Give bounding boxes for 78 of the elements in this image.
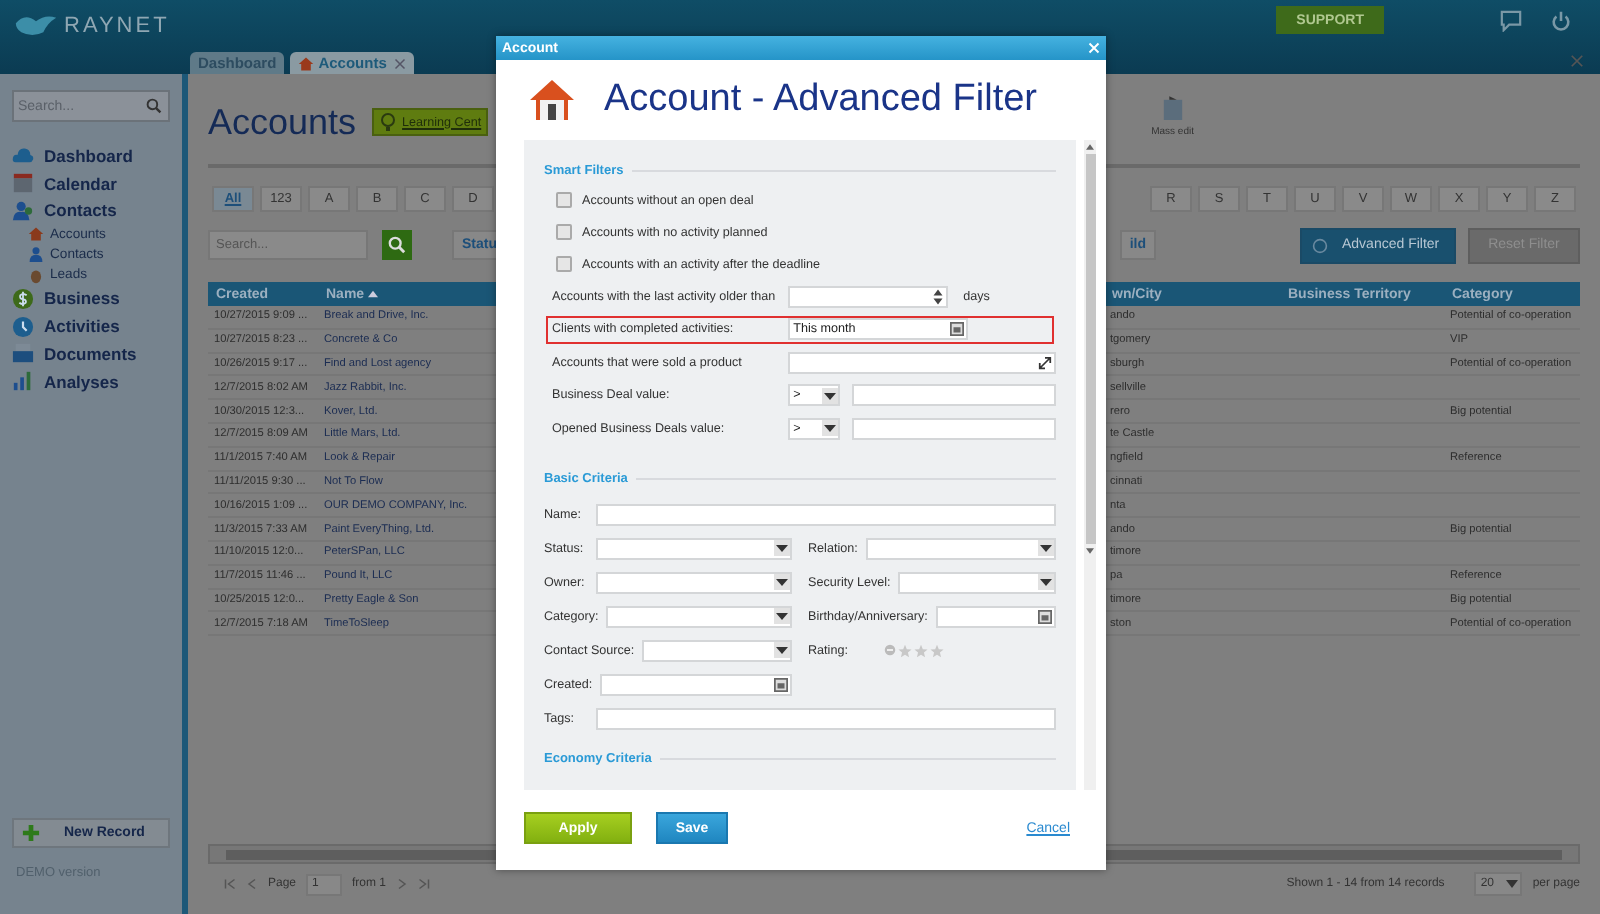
nav-item[interactable]: Documents bbox=[12, 340, 182, 368]
expand-icon[interactable] bbox=[1038, 355, 1052, 370]
chat-icon[interactable] bbox=[1500, 10, 1522, 32]
nav-item[interactable]: Business bbox=[12, 285, 182, 313]
house-icon bbox=[298, 55, 315, 71]
house-icon bbox=[528, 78, 576, 122]
chart-icon bbox=[12, 370, 34, 393]
select-field[interactable] bbox=[596, 537, 792, 559]
circle-icon bbox=[1312, 237, 1328, 253]
star-icon[interactable] bbox=[930, 643, 944, 657]
star-rating[interactable] bbox=[884, 643, 944, 657]
nav-item[interactable]: Analyses bbox=[12, 367, 182, 395]
house-icon bbox=[28, 226, 44, 243]
search-button[interactable] bbox=[382, 230, 412, 260]
cloud-icon bbox=[12, 144, 34, 167]
egg-icon bbox=[28, 267, 44, 284]
close-icon[interactable] bbox=[394, 57, 407, 69]
dropdown-icon bbox=[1038, 574, 1054, 590]
calendar-icon[interactable] bbox=[1038, 609, 1052, 623]
dropdown-icon bbox=[774, 642, 790, 658]
scroll-down-icon[interactable] bbox=[1086, 548, 1094, 554]
power-icon[interactable] bbox=[1550, 10, 1572, 32]
search-icon[interactable] bbox=[146, 98, 162, 114]
dropdown-icon bbox=[1038, 540, 1054, 556]
star-icon[interactable] bbox=[914, 643, 928, 657]
dollar-icon bbox=[12, 287, 34, 310]
vertical-scrollbar[interactable] bbox=[1084, 140, 1096, 790]
dropdown-icon bbox=[821, 387, 838, 404]
sort-icon bbox=[368, 290, 379, 298]
nav-item[interactable]: Dashboard bbox=[12, 142, 182, 170]
dropdown-icon bbox=[774, 540, 790, 556]
nav-item[interactable]: Calendar bbox=[12, 169, 182, 197]
next-page-icon[interactable] bbox=[396, 878, 409, 890]
page-title: Accounts bbox=[208, 101, 357, 143]
star-icon[interactable] bbox=[898, 643, 912, 657]
select-field[interactable] bbox=[898, 571, 1056, 593]
select-field[interactable] bbox=[865, 537, 1056, 559]
select-field[interactable] bbox=[642, 639, 792, 661]
document-icon bbox=[1161, 95, 1184, 121]
last-page-icon[interactable] bbox=[418, 878, 431, 890]
nav-item[interactable]: Contacts bbox=[12, 196, 182, 225]
dropdown-icon bbox=[774, 608, 790, 624]
value-field[interactable] bbox=[851, 417, 1056, 440]
dropdown-icon bbox=[821, 420, 838, 437]
clock-icon bbox=[12, 315, 34, 338]
clear-rating-icon[interactable] bbox=[884, 644, 896, 656]
number-field[interactable] bbox=[787, 285, 948, 308]
first-page-icon[interactable] bbox=[224, 878, 236, 890]
search-icon bbox=[388, 236, 406, 254]
checkbox[interactable] bbox=[556, 256, 572, 272]
dialog-heading: Account - Advanced Filter bbox=[604, 78, 1037, 122]
lightbulb-icon bbox=[378, 112, 399, 132]
logo-icon bbox=[14, 12, 58, 38]
scroll-up-icon[interactable] bbox=[1086, 144, 1094, 150]
spinner-icon[interactable] bbox=[931, 287, 944, 306]
plus-icon bbox=[22, 824, 40, 842]
dropdown-icon bbox=[1506, 880, 1519, 888]
tray-icon bbox=[12, 342, 34, 365]
previous-page-icon[interactable] bbox=[246, 878, 258, 890]
calendar-icon[interactable] bbox=[949, 322, 964, 337]
nav-item[interactable]: Activities bbox=[12, 312, 182, 340]
person-icon bbox=[28, 246, 44, 263]
text-field[interactable] bbox=[596, 707, 1056, 729]
checkbox[interactable] bbox=[556, 192, 572, 208]
date-field[interactable] bbox=[935, 605, 1056, 627]
close-icon[interactable] bbox=[1570, 54, 1584, 68]
logo-text: RAYNET bbox=[64, 13, 170, 37]
dropdown-icon bbox=[774, 574, 790, 590]
people-icon bbox=[12, 199, 34, 222]
calendar-icon[interactable] bbox=[774, 677, 788, 691]
date-field[interactable] bbox=[600, 673, 792, 695]
checkbox[interactable] bbox=[556, 224, 572, 240]
value-field[interactable] bbox=[851, 384, 1056, 407]
select-field[interactable] bbox=[596, 571, 792, 593]
calendar-icon bbox=[12, 172, 34, 195]
product-field[interactable] bbox=[787, 351, 1056, 374]
select-field[interactable] bbox=[606, 605, 792, 627]
text-field[interactable] bbox=[596, 503, 1056, 525]
